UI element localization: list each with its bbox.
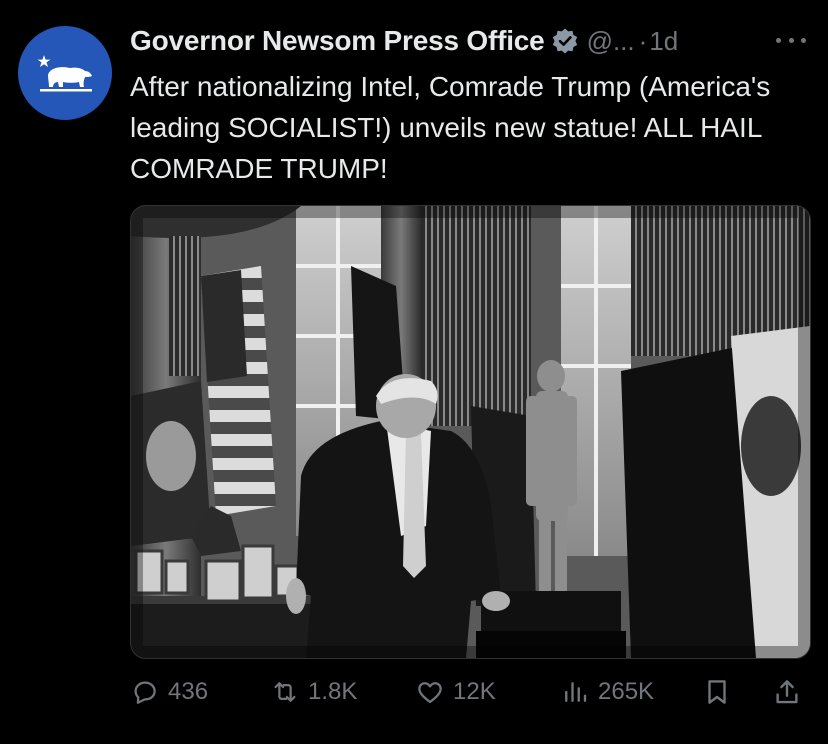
more-options-icon[interactable] — [776, 28, 806, 52]
reply-count: 436 — [168, 678, 209, 705]
bookmark-icon — [708, 680, 726, 704]
avatar[interactable] — [18, 26, 112, 120]
tweet-text: After nationalizing Intel, Comrade Trump… — [130, 71, 771, 184]
like-count: 12K — [453, 678, 496, 705]
views-button[interactable]: 265K — [560, 670, 654, 714]
photo-illustration — [131, 206, 810, 658]
tweet-header: Governor Newsom Press Office @... · 1d — [130, 22, 808, 60]
timestamp[interactable]: 1d — [649, 26, 678, 57]
tweet[interactable]: Governor Newsom Press Office @... · 1d A… — [0, 0, 828, 744]
reply-button[interactable]: 436 — [130, 670, 208, 714]
handle[interactable]: @... — [587, 26, 635, 57]
like-button[interactable]: 12K — [415, 670, 496, 714]
repost-icon — [274, 682, 296, 702]
repost-button[interactable]: 1.8K — [270, 670, 357, 714]
heart-icon — [418, 682, 442, 704]
repost-count: 1.8K — [308, 678, 358, 705]
views-count: 265K — [598, 678, 655, 705]
action-bar: 436 1.8K 12K 265K — [130, 670, 808, 714]
reply-icon — [134, 681, 156, 704]
bookmark-button[interactable] — [702, 670, 732, 714]
share-icon — [776, 680, 798, 704]
verified-badge-icon[interactable] — [551, 27, 579, 55]
display-name[interactable]: Governor Newsom Press Office — [130, 25, 545, 57]
time-separator: · — [638, 25, 648, 56]
share-button[interactable] — [772, 670, 802, 714]
tweet-photo[interactable] — [130, 205, 811, 659]
views-icon — [565, 682, 587, 702]
bear-star-icon — [37, 55, 92, 92]
